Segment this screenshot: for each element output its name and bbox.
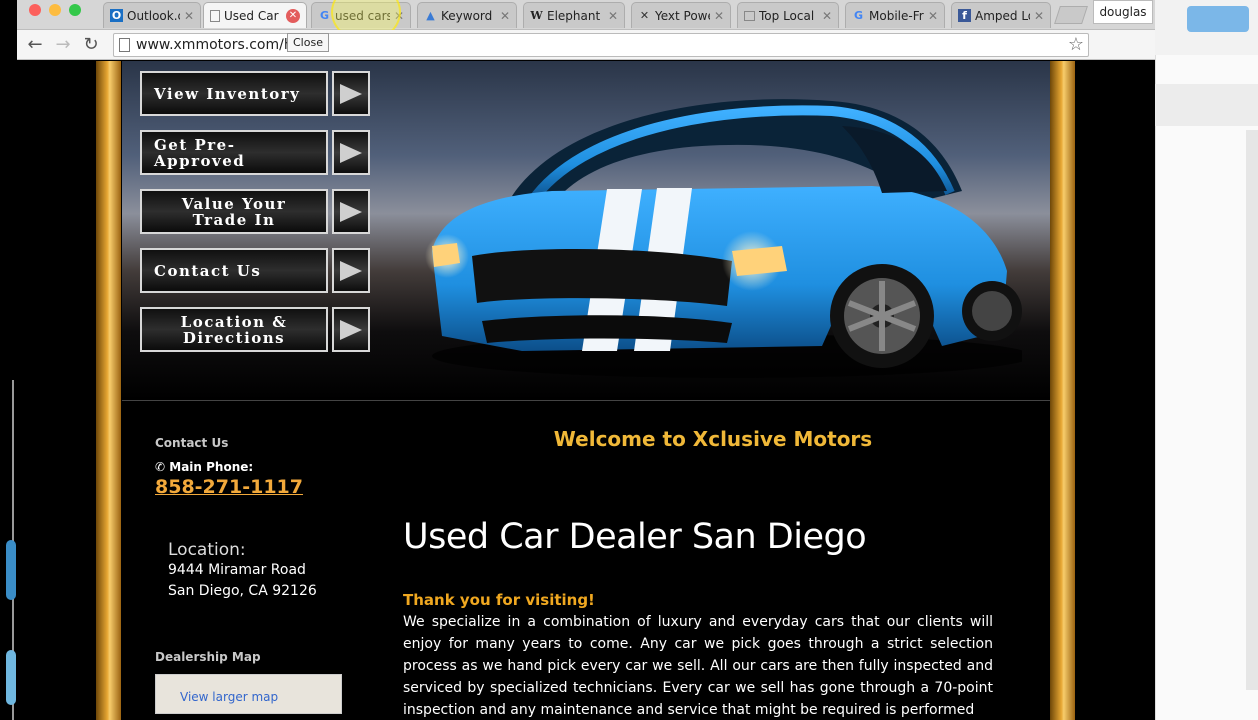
tab-title: Used Car (224, 8, 279, 23)
close-tooltip: Close (287, 33, 329, 52)
menu-label[interactable]: Location & Directions (140, 307, 328, 352)
phone-label: Main Phone: (169, 460, 254, 474)
google-icon: G (319, 9, 330, 22)
map-heading: Dealership Map (155, 650, 261, 664)
tab-title: Keyword P (441, 8, 496, 23)
value-trade-in-button[interactable]: Value Your Trade In (140, 189, 372, 234)
page-title: Used Car Dealer San Diego (403, 517, 867, 557)
main-nav-menu: View Inventory Get Pre-Approved Value Yo… (140, 71, 372, 366)
zoom-window-button[interactable] (69, 4, 81, 16)
phone-icon: ✆ (155, 460, 166, 474)
hero-banner: View Inventory Get Pre-Approved Value Yo… (122, 61, 1050, 400)
location-title: Location: (168, 540, 246, 560)
menu-label[interactable]: Contact Us (140, 248, 328, 293)
tab-title: Yext Powe (655, 8, 710, 23)
back-arrow-icon[interactable]: ← (23, 33, 47, 57)
background-pane-header (1155, 84, 1258, 126)
url-text[interactable]: www.xmmotors.com/ho (136, 37, 301, 53)
intro-paragraph: We specialize in a combination of luxury… (403, 614, 993, 718)
tab-title: Elephant (547, 8, 601, 23)
tab-yext[interactable]: ✕ Yext Powe ✕ (631, 2, 731, 28)
menu-label[interactable]: Get Pre-Approved (140, 130, 328, 175)
address-bar[interactable]: www.xmmotors.com/ho ☆ (113, 33, 1089, 57)
minimize-window-button[interactable] (49, 4, 61, 16)
tab-outlook[interactable]: O Outlook.co ✕ (103, 2, 201, 28)
gold-pillar-right (1050, 61, 1075, 720)
get-pre-approved-button[interactable]: Get Pre-Approved (140, 130, 372, 175)
page-icon (210, 9, 220, 22)
close-tab-icon[interactable]: ✕ (184, 9, 194, 23)
menu-label[interactable]: Value Your Trade In (140, 189, 328, 234)
contact-heading: Contact Us (155, 436, 229, 450)
close-tab-icon[interactable]: ✕ (928, 9, 938, 23)
arrow-right-icon[interactable] (332, 130, 370, 175)
tab-top-local[interactable]: Top Local ✕ (737, 2, 839, 28)
view-inventory-button[interactable]: View Inventory (140, 71, 372, 116)
reload-icon[interactable]: ↻ (79, 33, 103, 57)
tab-strip: O Outlook.co ✕ Used Car ✕ G used cars ✕ … (17, 0, 1155, 30)
background-pane (1155, 55, 1258, 720)
page-icon (744, 10, 755, 21)
close-tab-icon[interactable]: ✕ (286, 8, 300, 23)
mustang-car-image (425, 99, 1022, 378)
dealership-map[interactable]: View larger map (155, 674, 342, 714)
location-directions-button[interactable]: Location & Directions (140, 307, 372, 352)
tab-title: Mobile-Fr (869, 8, 924, 23)
new-tab-button[interactable] (1054, 6, 1088, 24)
background-window (1155, 0, 1258, 720)
address-line-1: 9444 Miramar Road (168, 562, 306, 578)
tab-used-car[interactable]: Used Car ✕ (203, 2, 307, 28)
arrow-right-icon[interactable] (332, 71, 370, 116)
page-icon (119, 38, 130, 52)
arrow-right-icon[interactable] (332, 307, 370, 352)
phone-link[interactable]: 858-271-1117 (155, 476, 303, 498)
tab-title: Outlook.co (127, 8, 180, 23)
close-tab-icon[interactable]: ✕ (1034, 9, 1044, 23)
desktop-left-edge (0, 0, 17, 720)
browser-window: O Outlook.co ✕ Used Car ✕ G used cars ✕ … (17, 0, 1155, 720)
thanks-subheading: Thank you for visiting! (403, 591, 595, 609)
welcome-heading: Welcome to Xclusive Motors (553, 427, 873, 451)
scrollbar[interactable] (1246, 130, 1258, 690)
close-tab-icon[interactable]: ✕ (714, 9, 724, 23)
close-tab-icon[interactable]: ✕ (822, 9, 832, 23)
tab-elephant[interactable]: W Elephant ✕ (523, 2, 625, 28)
adwords-icon: ▲ (426, 9, 435, 22)
contact-us-button[interactable]: Contact Us (140, 248, 372, 293)
facebook-icon: f (958, 9, 971, 22)
folder-icon[interactable] (1187, 6, 1249, 32)
forward-arrow-icon[interactable]: → (51, 33, 75, 57)
profile-button[interactable]: douglas (1093, 0, 1153, 24)
close-tab-icon[interactable]: ✕ (608, 9, 618, 23)
dock-item[interactable] (6, 540, 16, 600)
address-line-2: San Diego, CA 92126 (168, 583, 317, 599)
tab-keyword-planner[interactable]: ▲ Keyword P ✕ (417, 2, 517, 28)
outlook-icon: O (110, 9, 123, 22)
phone-label-row: ✆ Main Phone: (155, 460, 375, 474)
browser-toolbar: ← → ↻ www.xmmotors.com/ho ☆ ✹ ☰ (17, 30, 1155, 84)
yext-icon: ✕ (639, 9, 650, 22)
tab-title: Top Local (759, 8, 815, 23)
menu-label[interactable]: View Inventory (140, 71, 328, 116)
tab-amped-local[interactable]: f Amped Lo ✕ (951, 2, 1051, 28)
web-page: View Inventory Get Pre-Approved Value Yo… (17, 61, 1155, 720)
arrow-right-icon[interactable] (332, 248, 370, 293)
bookmark-star-icon[interactable]: ☆ (1068, 34, 1084, 55)
tab-title: Amped Lo (975, 8, 1030, 23)
main-content: Welcome to Xclusive Motors Used Car Deal… (403, 427, 993, 720)
close-tab-icon[interactable]: ✕ (500, 9, 510, 23)
view-larger-map-link[interactable]: View larger map (180, 690, 278, 704)
wikipedia-icon: W (530, 9, 543, 22)
gold-pillar-left (96, 61, 121, 720)
dock-item[interactable] (6, 650, 16, 705)
google-icon: G (853, 9, 864, 22)
contact-sidebar: Contact Us ✆ Main Phone: 858-271-1117 Lo… (155, 436, 375, 714)
close-window-button[interactable] (29, 4, 41, 16)
arrow-right-icon[interactable] (332, 189, 370, 234)
tab-mobile-friendly[interactable]: G Mobile-Fr ✕ (845, 2, 945, 28)
divider (122, 400, 1050, 401)
